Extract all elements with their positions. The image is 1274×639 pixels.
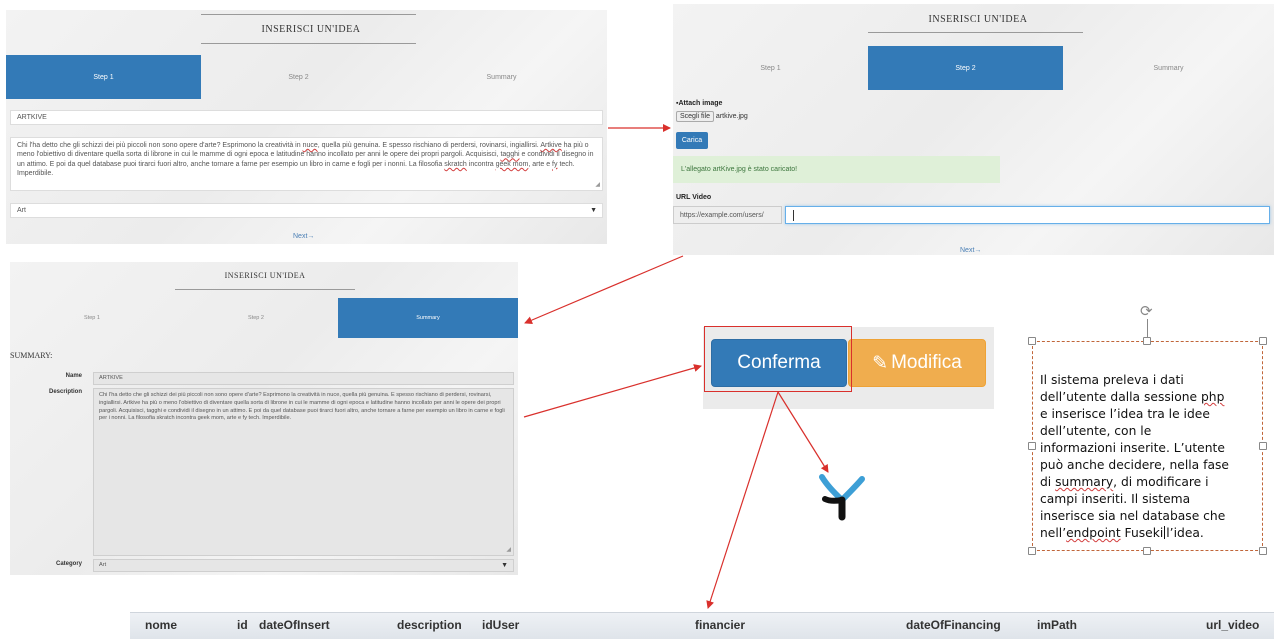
tab-step2[interactable]: Step 2 <box>868 46 1063 90</box>
summary-panel: INSERISCI UN'IDEA Step 1 Step 2 Summary … <box>10 262 518 575</box>
resize-handle[interactable] <box>1028 337 1036 345</box>
name-field[interactable]: ARTKIVE <box>93 372 514 385</box>
tab-step2[interactable]: Step 2 <box>201 55 396 99</box>
description-textarea[interactable]: Chi l'ha detto che gli schizzi dei più p… <box>10 137 603 191</box>
column-header-description: description <box>397 618 462 632</box>
step1-panel: INSERISCI UN'IDEA Step 1 Step 2 Summary … <box>6 10 607 244</box>
highlight-box <box>704 326 852 392</box>
note-text: Il sistema preleva i dati dell’utente da… <box>1040 373 1229 540</box>
category-select[interactable]: Art ▼ <box>10 203 603 218</box>
tab-step2[interactable]: Step 2 <box>174 298 338 338</box>
name-label: Name <box>65 373 82 379</box>
page-title: INSERISCI UN'IDEA <box>224 271 306 280</box>
category-label: Category <box>55 561 82 567</box>
wizard-steps: Step 1 Step 2 Summary <box>10 298 518 338</box>
chevron-down-icon: ▼ <box>590 207 597 214</box>
column-header-id: id <box>237 618 248 632</box>
wizard-steps: Step 1 Step 2 Summary <box>6 55 607 99</box>
resize-handle[interactable] <box>1259 547 1267 555</box>
rotate-handle-stem <box>1147 319 1148 337</box>
file-name: artkive.jpg <box>715 113 748 120</box>
resize-handle[interactable] <box>1259 442 1267 450</box>
text-caret <box>793 210 794 221</box>
fuseki-logo-icon <box>819 474 865 521</box>
column-header-financier: financier <box>695 618 746 632</box>
step2-panel: INSERISCI UN'IDEA Step 1 Step 2 Summary … <box>673 4 1274 255</box>
column-header-dateofinsert: dateOfInsert <box>259 618 330 632</box>
column-header-nome: nome <box>145 618 178 632</box>
tab-summary[interactable]: Summary <box>396 55 607 99</box>
title-divider <box>175 289 355 290</box>
url-video-label: URL Video <box>676 194 712 201</box>
tab-step1[interactable]: Step 1 <box>10 298 174 338</box>
resize-handle[interactable] <box>1028 547 1036 555</box>
name-input[interactable]: ARTKIVE <box>10 110 603 125</box>
wizard-steps: Step 1 Step 2 Summary <box>673 46 1274 90</box>
tab-step1[interactable]: Step 1 <box>673 46 868 90</box>
page-title: INSERISCI UN'IDEA <box>261 24 361 35</box>
arrow <box>706 391 779 609</box>
column-header-dateoffinancing: dateOfFinancing <box>906 618 1001 632</box>
upload-button[interactable]: Carica <box>676 132 708 149</box>
attach-image-label: ▪Attach image <box>676 100 723 107</box>
title-divider <box>201 14 416 15</box>
upload-success-alert: L'allegato artKive.jpg è stato caricato! <box>673 156 1000 183</box>
description-field[interactable]: Chi l'ha detto che gli schizzi dei più p… <box>93 388 514 556</box>
arrow <box>523 364 702 418</box>
tab-summary[interactable]: Summary <box>338 298 518 338</box>
next-link[interactable]: Next→ <box>960 247 981 254</box>
pencil-icon: ✎ <box>872 352 889 374</box>
title-divider <box>868 32 1083 33</box>
column-header-impath: imPath <box>1037 618 1078 632</box>
title-divider <box>201 43 416 44</box>
tab-step1[interactable]: Step 1 <box>6 55 201 99</box>
column-header-iduser: idUser <box>482 618 520 632</box>
edit-button[interactable]: ✎ Modifica <box>848 339 986 387</box>
description-label: Description <box>48 389 82 395</box>
url-video-input[interactable] <box>785 206 1270 224</box>
column-header-url-video: url_video <box>1206 618 1260 632</box>
tab-summary[interactable]: Summary <box>1063 46 1274 90</box>
file-picker: Scegli file artkive.jpg <box>676 111 748 122</box>
page-title: INSERISCI UN'IDEA <box>928 14 1028 25</box>
resize-grip-icon[interactable]: ◢ <box>506 546 511 554</box>
resize-handle[interactable] <box>1259 337 1267 345</box>
chevron-down-icon: ▼ <box>501 562 508 569</box>
summary-heading: SUMMARY: <box>10 351 53 360</box>
rotate-handle-icon[interactable]: ⟳ <box>1140 302 1153 320</box>
resize-handle[interactable] <box>1143 337 1151 345</box>
resize-grip-icon[interactable]: ◢ <box>595 181 600 189</box>
url-prefix-addon: https://example.com/users/ <box>673 206 782 224</box>
choose-file-button[interactable]: Scegli file <box>676 111 714 122</box>
arrow <box>524 255 684 324</box>
resize-handle[interactable] <box>1143 547 1151 555</box>
category-select[interactable]: Art ▼ <box>93 559 514 572</box>
category-value: Art <box>17 207 26 214</box>
resize-handle[interactable] <box>1028 442 1036 450</box>
next-link[interactable]: Next→ <box>293 233 314 240</box>
